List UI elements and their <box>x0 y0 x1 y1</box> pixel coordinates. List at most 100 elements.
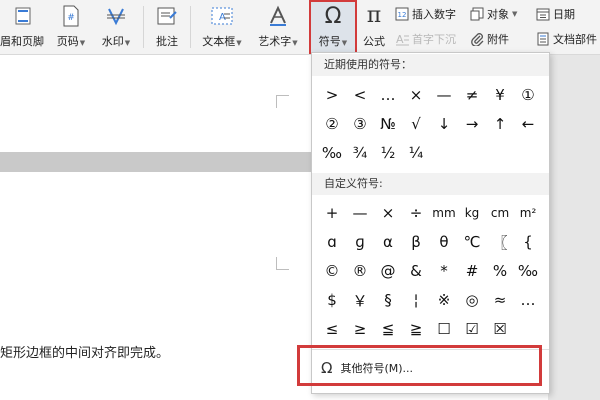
wordart-button[interactable]: 艺术字▼ <box>252 0 304 54</box>
recent-symbols-header: 近期使用的符号： <box>312 54 549 76</box>
symbol-cell[interactable]: ® <box>346 257 374 285</box>
comment-icon <box>154 4 180 28</box>
chevron-down-icon: ▼ <box>341 39 348 47</box>
watermark-label: 水印 <box>101 35 124 48</box>
symbol-cell[interactable]: & <box>402 257 430 285</box>
symbol-cell[interactable]: mm <box>430 199 458 227</box>
object-button[interactable]: 对象 ▼ <box>470 5 517 23</box>
symbol-cell[interactable]: § <box>374 286 402 314</box>
symbol-cell[interactable]: × <box>374 199 402 227</box>
date-label: 日期 <box>553 8 575 21</box>
symbol-cell[interactable]: — <box>430 81 458 109</box>
symbol-cell[interactable]: ≧ <box>402 315 430 343</box>
symbol-cell[interactable]: * <box>430 257 458 285</box>
formula-label: 公式 <box>363 35 385 48</box>
calendar-icon <box>536 7 550 21</box>
dropcap-icon: A <box>395 32 409 46</box>
symbol-cell[interactable]: — <box>346 199 374 227</box>
symbol-cell[interactable]: ɑ <box>318 228 346 256</box>
symbol-cell[interactable]: √ <box>402 110 430 138</box>
watermark-button[interactable]: 水印▼ <box>94 0 138 54</box>
symbol-cell[interactable]: ≥ <box>346 315 374 343</box>
symbol-cell[interactable]: … <box>514 286 542 314</box>
symbol-cell[interactable]: + <box>318 199 346 227</box>
svg-text:12: 12 <box>398 11 407 19</box>
symbol-cell[interactable]: ≠ <box>458 81 486 109</box>
symbol-cell[interactable]: ½ <box>374 139 402 167</box>
symbol-cell[interactable]: ‰ <box>318 139 346 167</box>
object-label: 对象 <box>487 8 509 21</box>
symbol-cell[interactable]: m² <box>514 199 542 227</box>
symbol-cell[interactable]: ※ <box>430 286 458 314</box>
symbol-cell[interactable]: θ <box>430 228 458 256</box>
page-corner-mark <box>276 95 289 108</box>
page-corner-mark <box>276 257 289 270</box>
dropcap-label: 首字下沉 <box>412 33 456 46</box>
symbol-cell[interactable]: ☒ <box>486 315 514 343</box>
symbol-cell[interactable]: ￥ <box>346 286 374 314</box>
chevron-down-icon: ▼ <box>79 39 86 47</box>
symbol-cell[interactable]: → <box>458 110 486 138</box>
symbol-cell[interactable]: @ <box>374 257 402 285</box>
ribbon-divider <box>190 6 191 48</box>
symbol-cell[interactable]: ← <box>514 110 542 138</box>
symbol-cell[interactable]: { <box>514 228 542 256</box>
page-gap-band <box>0 152 312 172</box>
symbol-cell[interactable]: cm <box>486 199 514 227</box>
symbol-button[interactable]: Ω 符号▼ <box>309 0 357 54</box>
chevron-down-icon: ▼ <box>124 39 131 47</box>
symbol-cell[interactable]: 〖 <box>486 228 514 256</box>
symbol-cell[interactable]: № <box>374 110 402 138</box>
header-footer-icon <box>10 4 36 28</box>
symbol-cell[interactable]: ↑ <box>486 110 514 138</box>
symbol-cell[interactable]: … <box>374 81 402 109</box>
symbol-cell[interactable]: ③ <box>346 110 374 138</box>
docparts-button[interactable]: 文档部件 <box>536 30 597 48</box>
symbol-cell[interactable]: ɡ <box>346 228 374 256</box>
symbol-cell[interactable]: ↓ <box>430 110 458 138</box>
insert-number-button[interactable]: 12 插入数字 <box>395 5 456 23</box>
symbol-cell[interactable]: ◎ <box>458 286 486 314</box>
chevron-down-icon: ▼ <box>512 10 518 18</box>
symbol-cell[interactable]: × <box>402 81 430 109</box>
symbol-dropdown: 近期使用的符号： > <… × — ≠ ¥ ① ② ③ № √ ↓ → ↑ ← ‰ ¾ ½ ¼ 自定义符号: + — ×… <box>311 52 550 394</box>
more-symbols-item[interactable]: Ω 其他符号(M)... <box>315 353 545 383</box>
symbol-cell[interactable]: ‰ <box>514 257 542 285</box>
symbol-cell[interactable]: < <box>346 81 374 109</box>
comment-label: 批注 <box>156 35 178 48</box>
more-symbols-label: 其他符号(M)... <box>340 362 414 375</box>
symbol-cell[interactable]: kg <box>458 199 486 227</box>
page-number-button[interactable]: # 页码▼ <box>50 0 92 54</box>
symbol-cell[interactable]: ¦ <box>402 286 430 314</box>
symbol-cell[interactable]: ☐ <box>430 315 458 343</box>
symbol-cell[interactable]: # <box>458 257 486 285</box>
symbol-cell[interactable]: ≤ <box>318 315 346 343</box>
symbol-cell[interactable]: ÷ <box>402 199 430 227</box>
symbol-cell[interactable]: ¾ <box>346 139 374 167</box>
symbol-cell[interactable]: ① <box>514 81 542 109</box>
symbol-cell[interactable]: β <box>402 228 430 256</box>
symbol-cell[interactable]: > <box>318 81 346 109</box>
symbol-cell[interactable]: α <box>374 228 402 256</box>
symbol-cell[interactable]: ☑ <box>458 315 486 343</box>
symbol-cell[interactable]: % <box>486 257 514 285</box>
symbol-cell[interactable]: ≈ <box>486 286 514 314</box>
symbol-cell[interactable]: $ <box>318 286 346 314</box>
dropcap-button[interactable]: A 首字下沉 <box>395 30 456 48</box>
document-text[interactable]: 矩形边框的中间对齐即完成。 <box>0 342 169 361</box>
symbol-cell[interactable]: © <box>318 257 346 285</box>
formula-button[interactable]: π 公式 <box>360 0 388 54</box>
symbol-cell[interactable]: ¼ <box>402 139 430 167</box>
date-button[interactable]: 日期 <box>536 5 575 23</box>
wordart-label: 艺术字 <box>258 35 292 48</box>
header-footer-button[interactable]: 眉和页脚 <box>0 0 46 54</box>
symbol-cell[interactable]: ≦ <box>374 315 402 343</box>
symbol-cell[interactable]: ℃ <box>458 228 486 256</box>
symbol-cell[interactable]: ② <box>318 110 346 138</box>
symbol-cell[interactable]: ¥ <box>486 81 514 109</box>
comment-button[interactable]: 批注 <box>148 0 186 54</box>
attachment-button[interactable]: 附件 <box>470 30 509 48</box>
chevron-down-icon: ▼ <box>292 39 298 47</box>
textbox-button[interactable]: A 文本框▼ <box>196 0 248 54</box>
textbox-label: 文本框 <box>202 35 236 48</box>
